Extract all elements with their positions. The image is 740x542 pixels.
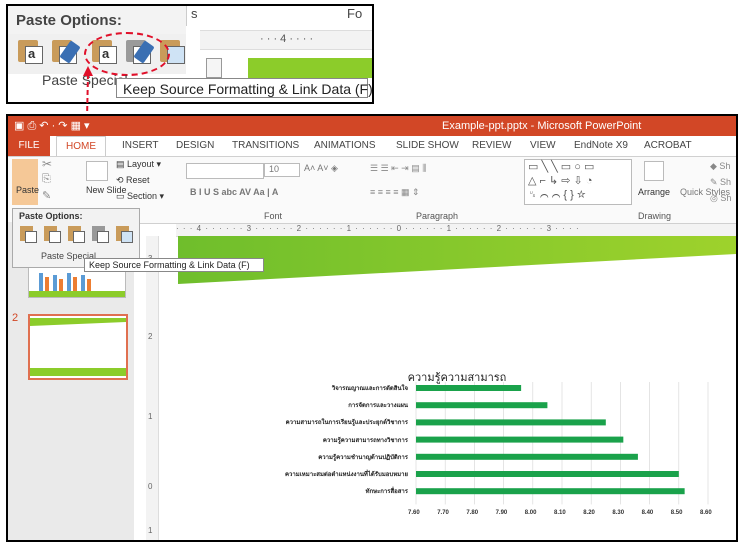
x-tick-label: 8.50 — [670, 510, 683, 517]
popup-destination-link-icon[interactable] — [67, 225, 85, 243]
arrange-label[interactable]: Arrange — [638, 187, 670, 197]
category-label: ความเหมาะสมต่อตำแหน่งงานที่ได้รับมอบหมาย — [285, 472, 408, 478]
use-destination-theme-icon[interactable]: a — [16, 38, 44, 64]
zoom-ruler: · · · 4 · · · · — [200, 30, 372, 50]
column-s-label: s — [191, 6, 198, 21]
tooltip-zoom: Keep Source Formatting & Link Data (F) — [116, 78, 372, 98]
chart-bar — [416, 419, 606, 426]
popup-picture-icon[interactable] — [115, 225, 133, 243]
tab-design[interactable]: DESIGN — [176, 140, 214, 151]
slide-green-band-zoom — [248, 58, 372, 78]
popup-keep-source-icon[interactable] — [43, 225, 61, 243]
powerpoint-window: ▣ ⎙ ↶ · ↷ ▦ ▾ Example-ppt.pptx - Microso… — [6, 114, 738, 542]
font-group-label: Font — [264, 211, 283, 221]
font-grow-shrink-icons[interactable]: A˄ A˅ ◈ — [304, 163, 338, 174]
paste-options-zoom: Paste Options: s Fo a a Paste Special · … — [6, 4, 374, 104]
reset-label: Reset — [126, 175, 150, 185]
x-tick-label: 8.30 — [612, 510, 625, 517]
new-slide-icon[interactable] — [86, 161, 108, 181]
shape-outline-button[interactable]: ✎ Sh — [710, 177, 731, 188]
font-format-buttons[interactable]: B I U S abc AV Aa | A — [190, 187, 278, 197]
chart-bar — [416, 436, 624, 443]
paste-options-title: Paste Options: — [16, 12, 122, 29]
x-tick-label: 7.90 — [495, 510, 508, 517]
slide-number-2: 2 — [12, 312, 19, 324]
layout-label: Layout — [127, 159, 155, 169]
x-tick-label: 7.70 — [437, 510, 449, 517]
paste-button[interactable] — [12, 159, 38, 205]
paste-options-popup-title: Paste Options: — [19, 211, 83, 221]
tooltip-main: Keep Source Formatting & Link Data (F) — [84, 258, 264, 272]
window-title: Example-ppt.pptx - Microsoft PowerPoint — [442, 120, 642, 132]
slide-thumbnail-2[interactable] — [28, 314, 128, 380]
arrange-icon[interactable] — [644, 161, 664, 181]
x-tick-label: 7.80 — [466, 510, 479, 517]
bar-chart: 7.60 7.70 7.80 7.90 8.00 8.10 8.20 8.30 8.40 8.50… — [178, 366, 736, 540]
tab-slide-show[interactable]: SLIDE SHOW — [396, 140, 459, 151]
chart-bar — [416, 453, 638, 460]
zoom-ruler-text: · · · 4 · · · · — [260, 33, 314, 45]
font-name-dropdown[interactable] — [186, 163, 264, 179]
section-label: Section — [127, 191, 158, 201]
tab-home[interactable]: HOME — [56, 136, 106, 157]
thumb-scroll-box — [206, 58, 222, 78]
paste-label: Paste — [16, 185, 40, 195]
keep-source-formatting-icon[interactable] — [50, 38, 81, 64]
shapes-gallery[interactable]: ▭ ╲ ╲ ▭ ○ ▭ △ ⌐ ↳ ⇨ ⇩ ◔ ␟ ⌒ ⌒ { } ☆ — [524, 159, 632, 205]
title-bar: ▣ ⎙ ↶ · ↷ ▦ ▾ Example-ppt.pptx - Microso… — [8, 116, 736, 136]
section-button[interactable]: ▭ Section ▾ — [116, 191, 164, 202]
reset-button[interactable]: ⟲ Reset — [116, 175, 150, 186]
category-label: ความรู้ความสามารถทางวิชาการ — [322, 437, 408, 444]
x-tick-label: 8.20 — [583, 510, 595, 517]
shape-outline-label: Sh — [720, 177, 732, 187]
tab-endnote[interactable]: EndNote X9 — [574, 140, 628, 151]
category-label: ทักษะการสื่อสาร — [365, 489, 408, 496]
font-size-dropdown[interactable]: 10 — [264, 163, 300, 177]
highlight-circle — [84, 32, 170, 76]
drawing-group-label: Drawing — [638, 211, 672, 221]
category-label: ความสามารถในการเรียนรู้และประยุกต์วิชากา… — [285, 420, 408, 427]
popup-keep-source-link-icon[interactable] — [91, 225, 109, 243]
tab-acrobat[interactable]: ACROBAT — [644, 140, 692, 151]
chart-bar — [416, 385, 522, 391]
column-header: s Fo — [186, 6, 372, 26]
shape-fill-label: Sh — [719, 161, 731, 171]
tab-animations[interactable]: ANIMATIONS — [314, 140, 375, 151]
quick-access-toolbar[interactable]: ▣ ⎙ ↶ · ↷ ▦ ▾ — [14, 119, 90, 133]
ribbon-tabs: FILE HOME INSERT DESIGN TRANSITIONS ANIM… — [8, 136, 736, 157]
layout-button[interactable]: ▤ Layout ▾ — [116, 159, 161, 170]
vertical-ruler: 3 2 1 0 1 — [146, 236, 159, 540]
tab-transitions[interactable]: TRANSITIONS — [232, 140, 299, 151]
chart-bar — [416, 488, 685, 495]
tab-view[interactable]: VIEW — [530, 140, 556, 151]
copy-icon[interactable]: ⎘ — [42, 173, 51, 186]
cut-icon[interactable]: ✂ — [42, 157, 52, 171]
x-tick-label: 8.00 — [524, 510, 537, 517]
shape-fill-button[interactable]: ◆ Sh — [710, 161, 730, 172]
popup-destination-theme-icon[interactable] — [19, 225, 37, 243]
x-tick-label: 7.60 — [408, 510, 420, 517]
x-tick-label: 8.60 — [700, 510, 712, 517]
tab-insert[interactable]: INSERT — [122, 140, 159, 151]
paragraph-align-buttons[interactable]: ≡ ≡ ≡ ≡ ▦ ⇕ — [370, 187, 420, 198]
tab-review[interactable]: REVIEW — [472, 140, 511, 151]
chart-bar — [416, 471, 679, 477]
x-tick-label: 8.40 — [641, 510, 654, 517]
paragraph-group-label: Paragraph — [416, 211, 459, 221]
tab-file[interactable]: FILE — [8, 136, 50, 156]
paragraph-list-buttons[interactable]: ☰ ☰ ⇤ ⇥ ▤ ⫼ — [370, 163, 426, 174]
shape-effects-button[interactable]: ◎ Sh — [710, 193, 731, 204]
category-label: วิจารณญาณและการตัดสินใจ — [331, 386, 408, 392]
category-label: การจัดการและวางแผน — [348, 403, 408, 410]
x-tick-label: 8.10 — [554, 510, 566, 517]
chart-bar — [416, 402, 548, 409]
format-painter-icon[interactable]: ✎ — [42, 189, 51, 202]
column-fo-label: Fo — [347, 6, 363, 21]
shape-effects-label: Sh — [720, 193, 732, 203]
category-label: ความรู้ความชำนาญด้านปฏิบัติการ — [318, 454, 408, 461]
